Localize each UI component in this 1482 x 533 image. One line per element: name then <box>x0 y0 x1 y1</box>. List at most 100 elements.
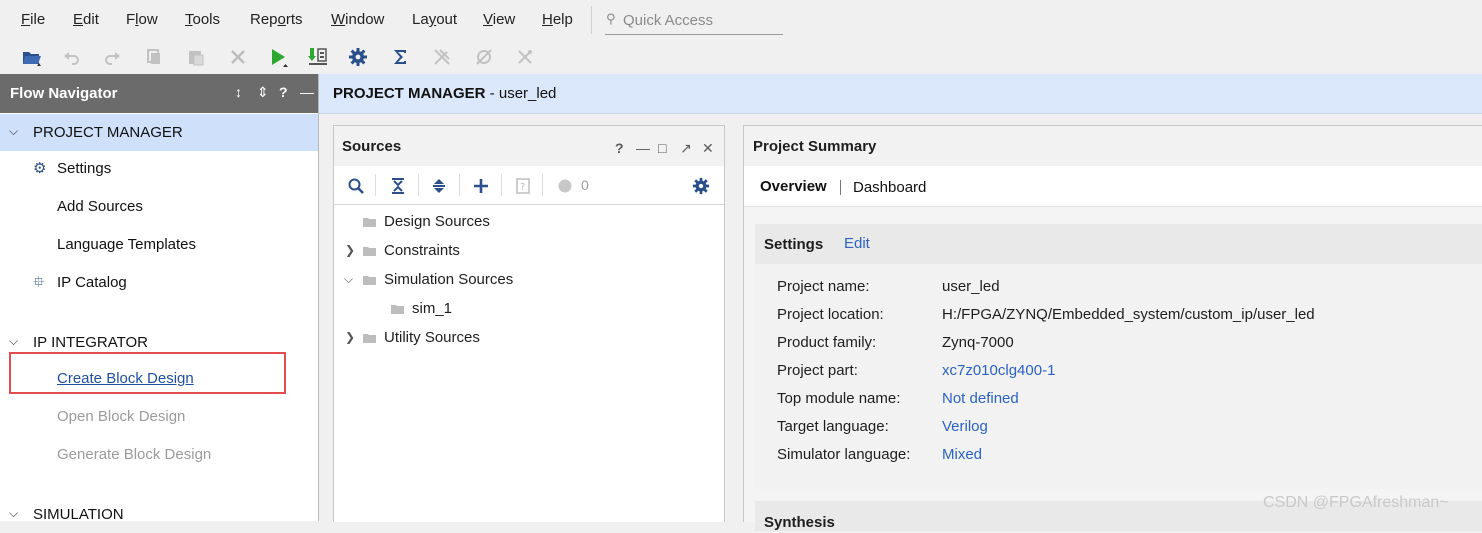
status-count: 0 <box>581 177 589 193</box>
tree-item-sim-1[interactable]: sim_1 <box>334 295 722 323</box>
disabled-tool-2-icon[interactable] <box>471 44 497 70</box>
prop-label: Project name: <box>777 278 870 295</box>
chevron-down-icon[interactable]: ⌵ <box>9 506 18 521</box>
settings-card: Settings Edit Project name: user_led Pro… <box>755 224 1482 489</box>
tree-item-utility-sources[interactable]: ❯ Utility Sources <box>334 324 722 352</box>
nav-open-block-design[interactable]: Open Block Design <box>57 408 185 425</box>
paste-icon[interactable] <box>183 44 209 70</box>
expand-all-icon[interactable] <box>428 175 450 197</box>
tab-dashboard[interactable]: Dashboard <box>853 179 926 196</box>
chevron-down-icon[interactable]: ⌵ <box>9 334 18 349</box>
gear-icon[interactable] <box>690 175 712 197</box>
menu-reports[interactable]: Reports <box>250 11 303 28</box>
target-language-link[interactable]: Verilog <box>942 418 988 435</box>
sources-toolbar: ? 0 <box>334 166 724 205</box>
settings-card-title: Settings <box>764 236 824 253</box>
chevron-down-icon[interactable]: ⌵ <box>9 124 18 139</box>
synthesis-title: Synthesis <box>764 514 835 531</box>
quick-access-input[interactable] <box>621 9 785 31</box>
chevron-right-icon[interactable]: ❯ <box>345 243 355 257</box>
add-icon[interactable] <box>470 175 492 197</box>
folder-icon <box>363 334 376 343</box>
project-name-value: user_led <box>942 278 1000 295</box>
prop-label: Project location: <box>777 306 884 323</box>
nav-ip-catalog[interactable]: IP Catalog <box>57 274 127 291</box>
toolbar-separator <box>375 174 376 196</box>
collapse-all-icon[interactable]: ↕ <box>235 84 242 100</box>
run-icon[interactable] <box>265 44 291 70</box>
open-project-icon[interactable] <box>19 44 45 70</box>
program-device-icon[interactable] <box>305 44 331 70</box>
menu-help[interactable]: Help <box>542 11 573 28</box>
toolbar <box>0 40 1482 74</box>
tab-overview[interactable]: Overview <box>760 178 827 195</box>
tab-separator <box>840 180 841 195</box>
project-location-value: H:/FPGA/ZYNQ/Embedded_system/custom_ip/u… <box>942 306 1315 323</box>
menu-separator <box>591 6 592 34</box>
status-circle-icon <box>554 175 576 197</box>
gear-icon: ⚙ <box>33 160 47 177</box>
redo-icon[interactable] <box>100 44 126 70</box>
tree-item-constraints[interactable]: ❯ Constraints <box>334 237 722 265</box>
chevron-right-icon[interactable]: ❯ <box>345 330 355 344</box>
menu-tools[interactable]: Tools <box>185 11 220 28</box>
folder-icon <box>363 247 376 256</box>
ip-catalog-icon: ⯐ <box>33 274 45 291</box>
unknown-source-icon[interactable]: ? <box>512 175 534 197</box>
settings-card-header: Settings Edit <box>755 224 1482 264</box>
search-icon: ⚲ <box>606 11 616 26</box>
page-title: PROJECT MANAGER - user_led <box>333 85 557 102</box>
disabled-tool-3-icon[interactable] <box>512 44 538 70</box>
nav-add-sources[interactable]: Add Sources <box>57 198 143 215</box>
project-summary-title: Project Summary <box>753 138 877 155</box>
copy-icon[interactable] <box>141 44 167 70</box>
minimize-icon[interactable]: ― <box>636 140 650 156</box>
product-family-value: Zynq-7000 <box>942 334 1014 351</box>
prop-label: Product family: <box>777 334 877 351</box>
delete-icon[interactable] <box>225 44 251 70</box>
settings-icon[interactable] <box>345 44 371 70</box>
flow-navigator-title: Flow Navigator <box>10 85 118 102</box>
menu-layout[interactable]: Layout <box>412 11 457 28</box>
menu-edit[interactable]: Edit <box>73 11 99 28</box>
sources-title: Sources <box>342 138 402 155</box>
menu-file[interactable]: File <box>21 11 45 28</box>
settings-edit-link[interactable]: Edit <box>844 235 870 252</box>
search-icon[interactable] <box>345 175 367 197</box>
sources-panel: Sources ? ― □ ↗ ✕ ? 0 Design Sources ❯ C… <box>333 125 725 522</box>
chevron-down-icon[interactable]: ⌵ <box>344 272 353 287</box>
menu-view[interactable]: View <box>483 11 515 28</box>
annotation-highlight-box <box>9 352 286 394</box>
menu-window[interactable]: Window <box>331 11 384 28</box>
undo-icon[interactable] <box>58 44 84 70</box>
section-simulation[interactable]: ⌵ SIMULATION <box>0 496 318 533</box>
nav-settings[interactable]: Settings <box>57 160 111 177</box>
project-part-link[interactable]: xc7z010clg400-1 <box>942 362 1055 379</box>
minimize-icon[interactable]: ― <box>300 84 314 100</box>
flow-navigator: Flow Navigator ↕ ⇕ ? ― ⌵ PROJECT MANAGER… <box>0 74 319 523</box>
top-module-link[interactable]: Not defined <box>942 390 1019 407</box>
folder-icon <box>363 218 376 227</box>
help-icon[interactable]: ? <box>615 140 624 156</box>
watermark: CSDN @FPGAfreshman~ <box>1263 494 1449 511</box>
svg-text:?: ? <box>520 182 525 193</box>
float-icon[interactable]: ↗ <box>680 140 692 157</box>
nav-generate-block-design[interactable]: Generate Block Design <box>57 446 211 463</box>
sigma-icon[interactable] <box>387 44 413 70</box>
collapse-all-icon[interactable] <box>387 175 409 197</box>
project-summary-panel: Project Summary Overview Dashboard Setti… <box>743 125 1482 531</box>
nav-language-templates[interactable]: Language Templates <box>57 236 196 253</box>
folder-icon <box>391 305 404 314</box>
tree-item-design-sources[interactable]: Design Sources <box>334 208 722 236</box>
help-icon[interactable]: ? <box>279 84 288 100</box>
maximize-icon[interactable]: □ <box>658 140 666 156</box>
tree-item-simulation-sources[interactable]: ⌵ Simulation Sources <box>334 266 722 294</box>
menu-flow[interactable]: Flow <box>126 11 158 28</box>
disabled-tool-1-icon[interactable] <box>429 44 455 70</box>
close-icon[interactable]: ✕ <box>702 140 714 157</box>
simulator-language-link[interactable]: Mixed <box>942 446 982 463</box>
summary-tabs: Overview Dashboard <box>744 166 1482 207</box>
expand-all-icon[interactable]: ⇕ <box>257 84 269 101</box>
quick-access-field[interactable]: ⚲ <box>605 6 785 35</box>
section-project-manager[interactable]: ⌵ PROJECT MANAGER <box>0 114 318 151</box>
